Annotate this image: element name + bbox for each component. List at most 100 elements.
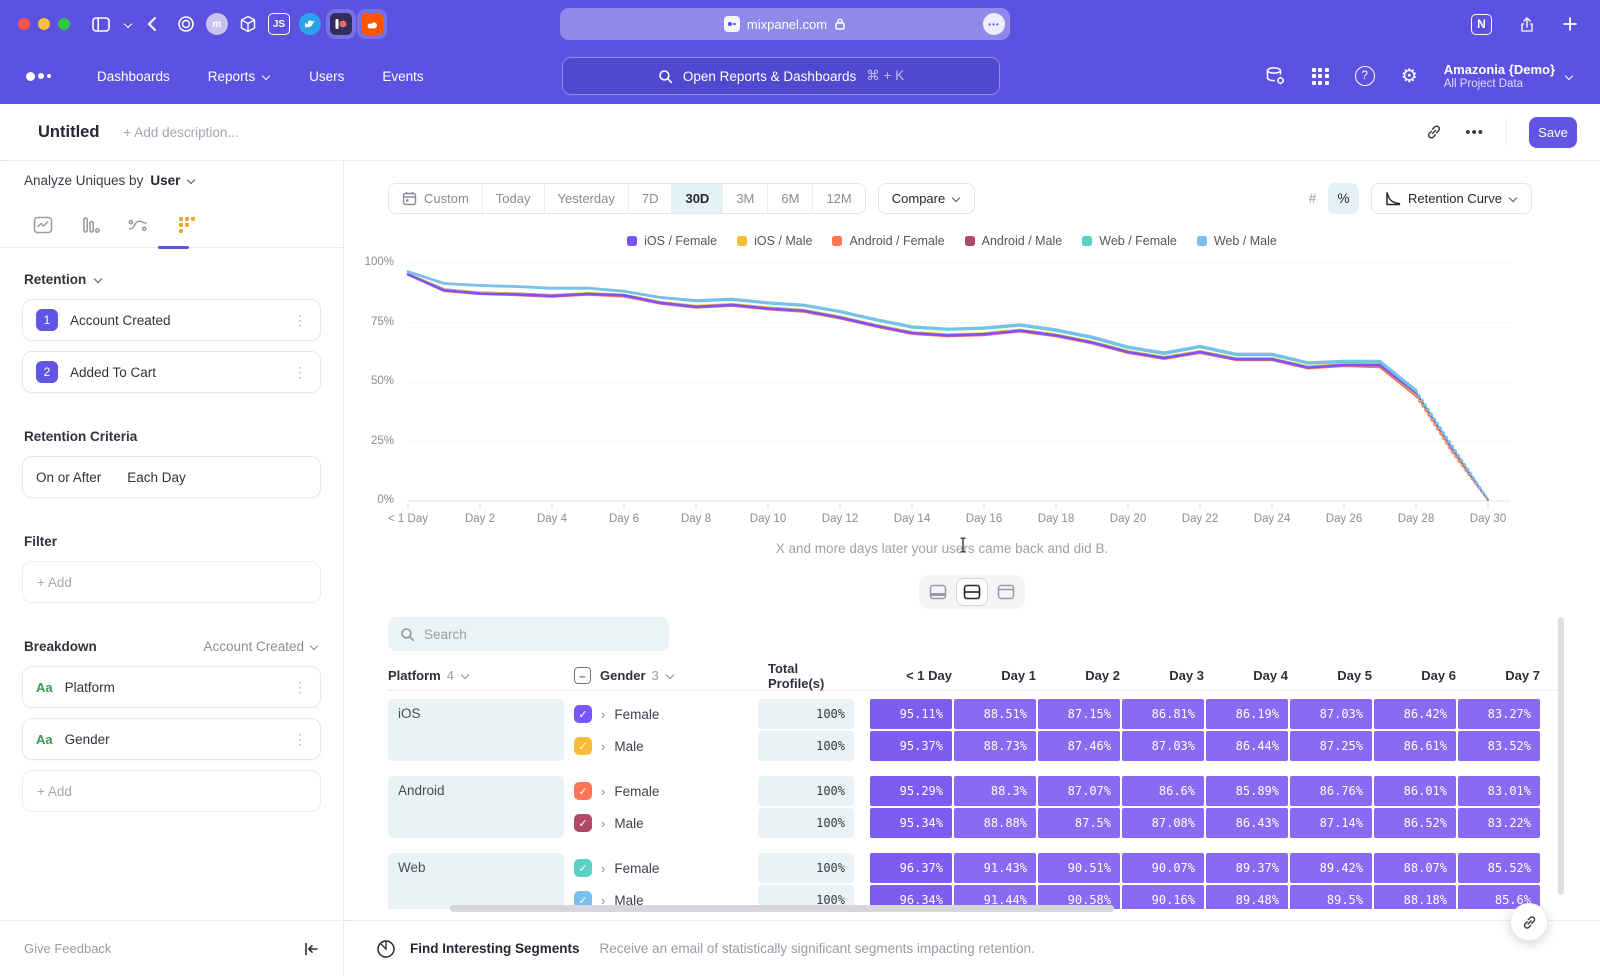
retention-value-cell[interactable]: 83.01% [1458, 776, 1540, 806]
retention-value-cell[interactable]: 89.5% [1290, 885, 1372, 909]
expand-chevron-icon[interactable]: › [601, 707, 605, 722]
retention-value-cell[interactable]: 86.52% [1374, 808, 1456, 838]
retention-value-cell[interactable]: 89.42% [1290, 853, 1372, 883]
nav-link-reports[interactable]: Reports [208, 69, 271, 84]
layout-table-only-button[interactable] [991, 579, 1021, 605]
retention-value-cell[interactable]: 88.07% [1374, 853, 1456, 883]
chevron-down-icon[interactable] [124, 21, 133, 28]
retention-value-cell[interactable]: 90.51% [1038, 853, 1120, 883]
legend-item[interactable]: Web / Male [1197, 234, 1277, 248]
retention-value-cell[interactable]: 86.42% [1374, 699, 1456, 729]
site-settings-button[interactable]: ••• [983, 13, 1005, 35]
series-checkbox[interactable]: ✓ [574, 705, 592, 723]
share-icon[interactable] [1518, 15, 1536, 34]
retention-value-cell[interactable]: 86.6% [1122, 776, 1204, 806]
add-description-button[interactable]: + Add description... [123, 125, 238, 140]
help-icon[interactable]: ? [1355, 66, 1375, 86]
target-app-icon[interactable] [175, 13, 197, 35]
retention-value-cell[interactable]: 89.37% [1206, 853, 1288, 883]
tab-funnels[interactable] [80, 215, 101, 236]
retention-value-cell[interactable]: 88.73% [954, 731, 1036, 761]
retention-value-cell[interactable]: 86.01% [1374, 776, 1456, 806]
range-today[interactable]: Today [482, 184, 544, 213]
nav-link-events[interactable]: Events [382, 69, 423, 84]
retention-value-cell[interactable]: 89.48% [1206, 885, 1288, 909]
find-segments-title[interactable]: Find Interesting Segments [410, 941, 580, 956]
retention-value-cell[interactable]: 90.07% [1122, 853, 1204, 883]
range-6m[interactable]: 6M [767, 184, 812, 213]
gender-column-header[interactable]: –Gender3 [574, 667, 760, 684]
address-bar[interactable]: mixpanel.com ••• [560, 8, 1010, 40]
retention-value-cell[interactable]: 86.19% [1206, 699, 1288, 729]
expand-chevron-icon[interactable]: › [601, 739, 605, 754]
series-checkbox[interactable]: ✓ [574, 814, 592, 832]
series-checkbox[interactable]: ✓ [574, 859, 592, 877]
retention-value-cell[interactable]: 85.89% [1206, 776, 1288, 806]
retention-value-cell[interactable]: 83.22% [1458, 808, 1540, 838]
retention-value-cell[interactable]: 87.03% [1122, 731, 1204, 761]
legend-item[interactable]: Android / Male [965, 234, 1063, 248]
js-app-icon[interactable]: JS [268, 13, 290, 35]
retention-value-cell[interactable]: 86.81% [1122, 699, 1204, 729]
avatar-m-app-icon[interactable]: m [206, 13, 228, 35]
range-yesterday[interactable]: Yesterday [544, 184, 628, 213]
unit-absolute[interactable]: # [1297, 183, 1328, 214]
expand-chevron-icon[interactable]: › [601, 784, 605, 799]
retention-value-cell[interactable]: 87.08% [1122, 808, 1204, 838]
retention-value-cell[interactable]: 87.25% [1290, 731, 1372, 761]
table-search-input[interactable]: Search [388, 617, 669, 651]
nav-link-users[interactable]: Users [309, 69, 344, 84]
maximize-window-button[interactable] [58, 18, 70, 30]
retention-value-cell[interactable]: 87.14% [1290, 808, 1372, 838]
project-switcher[interactable]: Amazonia {Demo} All Project Data [1444, 62, 1574, 91]
platform-cell[interactable]: Android [388, 776, 564, 838]
retention-criteria-card[interactable]: On or After Each Day [22, 456, 321, 498]
bird-app-icon[interactable] [299, 13, 321, 35]
sidebar-toggle-icon[interactable] [92, 17, 110, 32]
expand-chevron-icon[interactable]: › [601, 816, 605, 831]
retention-value-cell[interactable]: 95.37% [870, 731, 952, 761]
tab-flows[interactable] [128, 215, 149, 236]
vertical-scrollbar[interactable] [1558, 617, 1564, 895]
retention-value-cell[interactable]: 88.51% [954, 699, 1036, 729]
retention-value-cell[interactable]: 87.15% [1038, 699, 1120, 729]
range-30d[interactable]: 30D [671, 184, 722, 213]
retention-value-cell[interactable]: 88.88% [954, 808, 1036, 838]
retention-value-cell[interactable]: 87.07% [1038, 776, 1120, 806]
layout-split-button[interactable] [957, 579, 987, 605]
add-breakdown-button[interactable]: + Add [22, 770, 321, 812]
retention-value-cell[interactable]: 86.61% [1374, 731, 1456, 761]
platform-column-header[interactable]: Platform4 [388, 668, 564, 683]
give-feedback-link[interactable]: Give Feedback [24, 941, 111, 956]
retention-value-cell[interactable]: 86.44% [1206, 731, 1288, 761]
notion-extension-icon[interactable]: N [1471, 14, 1492, 35]
select-all-checkbox[interactable]: – [574, 667, 591, 684]
report-title[interactable]: Untitled [38, 123, 99, 142]
kebab-menu-icon[interactable]: ⋮ [293, 679, 307, 696]
retention-value-cell[interactable]: 87.46% [1038, 731, 1120, 761]
platform-cell[interactable]: Web [388, 853, 564, 909]
back-icon[interactable] [147, 16, 157, 32]
apps-grid-icon[interactable] [1312, 68, 1329, 85]
retention-value-cell[interactable]: 87.03% [1290, 699, 1372, 729]
range-12m[interactable]: 12M [812, 184, 864, 213]
legend-item[interactable]: iOS / Male [737, 234, 812, 248]
chart-type-selector[interactable]: Retention Curve [1371, 183, 1532, 214]
retention-value-cell[interactable]: 86.43% [1206, 808, 1288, 838]
range-custom[interactable]: Custom [389, 184, 482, 213]
series-checkbox[interactable]: ✓ [574, 737, 592, 755]
soundcloud-app-icon[interactable] [361, 13, 383, 35]
minimize-window-button[interactable] [38, 18, 50, 30]
range-3m[interactable]: 3M [722, 184, 767, 213]
retention-value-cell[interactable]: 83.52% [1458, 731, 1540, 761]
compare-button[interactable]: Compare [878, 183, 975, 214]
analyze-entity-selector[interactable]: User [150, 173, 180, 188]
nav-link-dashboards[interactable]: Dashboards [97, 69, 170, 84]
tab-insights[interactable] [32, 215, 53, 236]
retention-value-cell[interactable]: 85.52% [1458, 853, 1540, 883]
share-link-fab[interactable] [1510, 903, 1548, 941]
more-options-button[interactable]: ••• [1465, 124, 1484, 141]
series-checkbox[interactable]: ✓ [574, 782, 592, 800]
legend-item[interactable]: iOS / Female [627, 234, 717, 248]
collapse-sidebar-icon[interactable] [304, 942, 319, 956]
